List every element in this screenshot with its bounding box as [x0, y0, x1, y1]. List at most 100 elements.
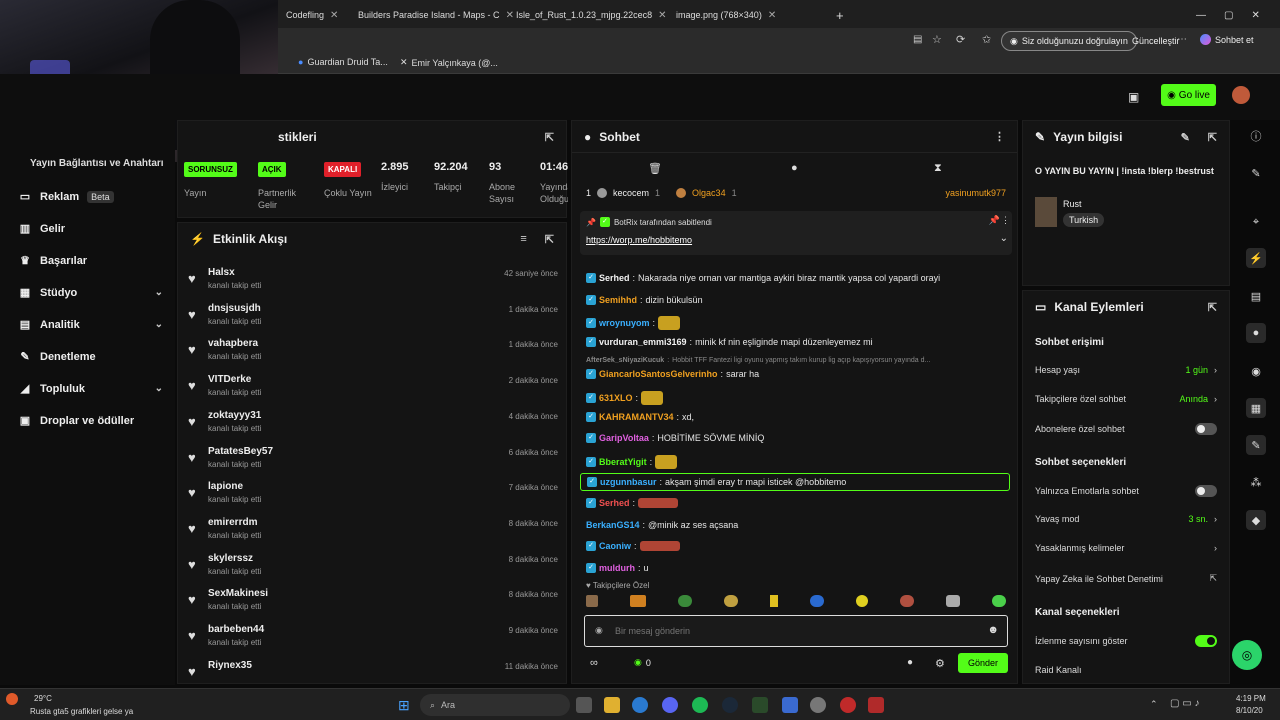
settings-icon[interactable] [810, 697, 826, 713]
close-icon[interactable]: ✕ [768, 10, 776, 21]
file-explorer-icon[interactable] [604, 697, 620, 713]
close-window-icon[interactable]: ✕ [1251, 10, 1259, 21]
app-icon[interactable] [752, 697, 768, 713]
follower-name[interactable]: lapione [208, 481, 243, 492]
emote[interactable] [770, 595, 778, 607]
info-icon[interactable]: ⓘ [1246, 126, 1266, 146]
chat-username[interactable]: Caoniw [599, 541, 631, 551]
update-button[interactable]: Güncelleştir [1132, 36, 1180, 46]
weather-temp[interactable]: 29°C [34, 694, 52, 703]
emote[interactable] [724, 595, 738, 607]
chat-username[interactable]: wroynuyom [599, 318, 650, 328]
chat-username[interactable]: Semihhd [599, 295, 637, 305]
browser-tab[interactable]: Codefling ✕ [280, 4, 344, 26]
more-vertical-icon[interactable]: ⋮ [994, 130, 1005, 143]
chat-username[interactable]: muldurh [599, 563, 635, 573]
popout-icon[interactable]: ⇱ [1208, 301, 1217, 314]
emote[interactable] [630, 595, 646, 607]
chat-username[interactable]: AfterSek_sNiyaziKucuk [586, 357, 664, 364]
emote[interactable] [678, 595, 692, 607]
wrench-icon[interactable]: ✎ [1246, 435, 1266, 455]
sidebar-item-studio[interactable]: ▦ Stüdyo ⌄ [18, 286, 163, 300]
follower-name[interactable]: SexMakinesi [208, 588, 268, 599]
follower-name[interactable]: dnsjsusjdh [208, 303, 261, 314]
popout-icon[interactable]: ⇱ [1208, 131, 1217, 144]
popout-icon[interactable]: ⇱ [545, 131, 554, 144]
slow-mode-row[interactable]: Yavaş mod 3 sn. › [1035, 514, 1217, 524]
broadcast-icon[interactable]: ◉ [1246, 361, 1266, 381]
clock-date[interactable]: 8/10/20 [1236, 706, 1263, 715]
edge-icon[interactable] [632, 697, 648, 713]
sidebar-item-achievements[interactable]: ♛ Başarılar [18, 254, 163, 268]
star-icon[interactable]: ☆ [932, 33, 942, 46]
chat-icon[interactable]: ● [1246, 323, 1266, 343]
clock-time[interactable]: 4:19 PM [1236, 694, 1266, 703]
follower-name[interactable]: vahapbera [208, 338, 258, 349]
chat-input[interactable] [615, 622, 975, 640]
chat-username[interactable]: GaripVoltaa [599, 433, 649, 443]
banned-words-row[interactable]: Yasaklanmış kelimeler › [1035, 543, 1217, 553]
copilot-chat-button[interactable]: Sohbet et [1200, 34, 1254, 45]
shield-icon[interactable]: ◆ [1246, 510, 1266, 530]
spotify-icon[interactable] [692, 697, 708, 713]
bookmark-item[interactable]: ✕ Emir Yalçınkaya (@... [400, 57, 498, 68]
chat-username[interactable]: KAHRAMANTV34 [599, 412, 674, 422]
pinned-link[interactable]: https://worp.me/hobbitemo [586, 235, 692, 245]
popout-icon[interactable]: ⇱ [545, 233, 554, 246]
extension-icon[interactable]: ⟳ [956, 33, 965, 46]
theater-icon[interactable]: ▣ [1128, 90, 1139, 104]
emote[interactable] [900, 595, 914, 607]
follower-name[interactable]: VITDerke [208, 374, 251, 385]
browser-tab[interactable]: Builders Paradise Island - Maps - C ✕ [352, 4, 520, 26]
emote[interactable] [992, 595, 1006, 607]
sidebar-item-moderation[interactable]: ✎ Denetleme [18, 350, 163, 364]
emote[interactable] [586, 595, 598, 607]
account-age-row[interactable]: Hesap yaşı 1 gün › [1035, 365, 1217, 375]
chat-bubble-icon[interactable]: ● [907, 657, 913, 668]
browser-tab[interactable]: image.png (768×340) ✕ [670, 4, 782, 26]
gear-icon[interactable]: ⚙ [935, 657, 945, 670]
target-icon[interactable]: ⌖ [1246, 212, 1266, 232]
rust-icon[interactable] [868, 697, 884, 713]
more-icon[interactable]: ⋯ [1177, 34, 1187, 45]
trash-icon[interactable]: 🗑 [648, 162, 662, 175]
category-label[interactable]: Rust [1063, 199, 1082, 209]
tray-icons[interactable]: ▢ ▭ ♪ [1170, 698, 1199, 709]
send-button[interactable]: Gönder [958, 653, 1008, 673]
browser-tab[interactable]: Isle_of_Rust_1.0.23_mjpg.22cec8 ✕ [510, 4, 672, 26]
sidebar-item-stream-key[interactable]: Yayın Bağlantısı ve Anahtarı [30, 158, 164, 169]
windows-start-icon[interactable]: ⊞ [398, 697, 410, 714]
subscribers-chat-toggle[interactable] [1195, 423, 1217, 435]
chat-bubble-icon[interactable]: ● [791, 162, 798, 174]
emoji-icon[interactable]: ☻ [987, 624, 999, 636]
app-icon[interactable] [840, 697, 856, 713]
close-icon[interactable]: ✕ [330, 10, 338, 21]
go-live-button[interactable]: ◉ Go live [1161, 84, 1216, 106]
chat-username[interactable]: 631XLO [599, 393, 633, 403]
chat-username[interactable]: Serhed [599, 273, 630, 283]
follower-name[interactable]: barbeben44 [208, 624, 264, 635]
emote[interactable] [810, 595, 824, 607]
view-count-toggle[interactable] [1195, 635, 1217, 647]
share-icon[interactable]: ⁂ [1246, 472, 1266, 492]
emote[interactable] [856, 595, 868, 607]
chevron-down-icon[interactable]: ⌄ [1000, 233, 1008, 244]
bookmark-item[interactable]: ● Guardian Druid Ta... [298, 57, 388, 67]
window-controls[interactable]: — ▢ ✕ [1190, 4, 1266, 26]
app-icon[interactable] [782, 697, 798, 713]
follower-name[interactable]: PatatesBey57 [208, 446, 273, 457]
steam-icon[interactable] [722, 697, 738, 713]
discord-icon[interactable] [662, 697, 678, 713]
follower-name[interactable]: zoktayyy31 [208, 410, 261, 421]
sidebar-item-community[interactable]: ◢ Topluluk ⌄ [18, 382, 163, 396]
filter-icon[interactable]: ≡ [520, 233, 526, 245]
new-tab-icon[interactable]: + [830, 4, 850, 26]
document-icon[interactable]: ▤ [1246, 286, 1266, 306]
chat-username[interactable]: BberatYigit [599, 457, 647, 467]
sidebar-item-analytics[interactable]: ▤ Analitik ⌄ [18, 318, 163, 332]
sidebar-item-ads[interactable]: ▭ Reklam Beta [18, 190, 163, 203]
channel-points-icon[interactable]: ∞ [590, 657, 598, 669]
tray-chevron-icon[interactable]: ⌃ [1150, 699, 1158, 710]
minimize-icon[interactable]: — [1196, 10, 1206, 21]
chat-username[interactable]: BerkanGS14 [586, 520, 640, 530]
